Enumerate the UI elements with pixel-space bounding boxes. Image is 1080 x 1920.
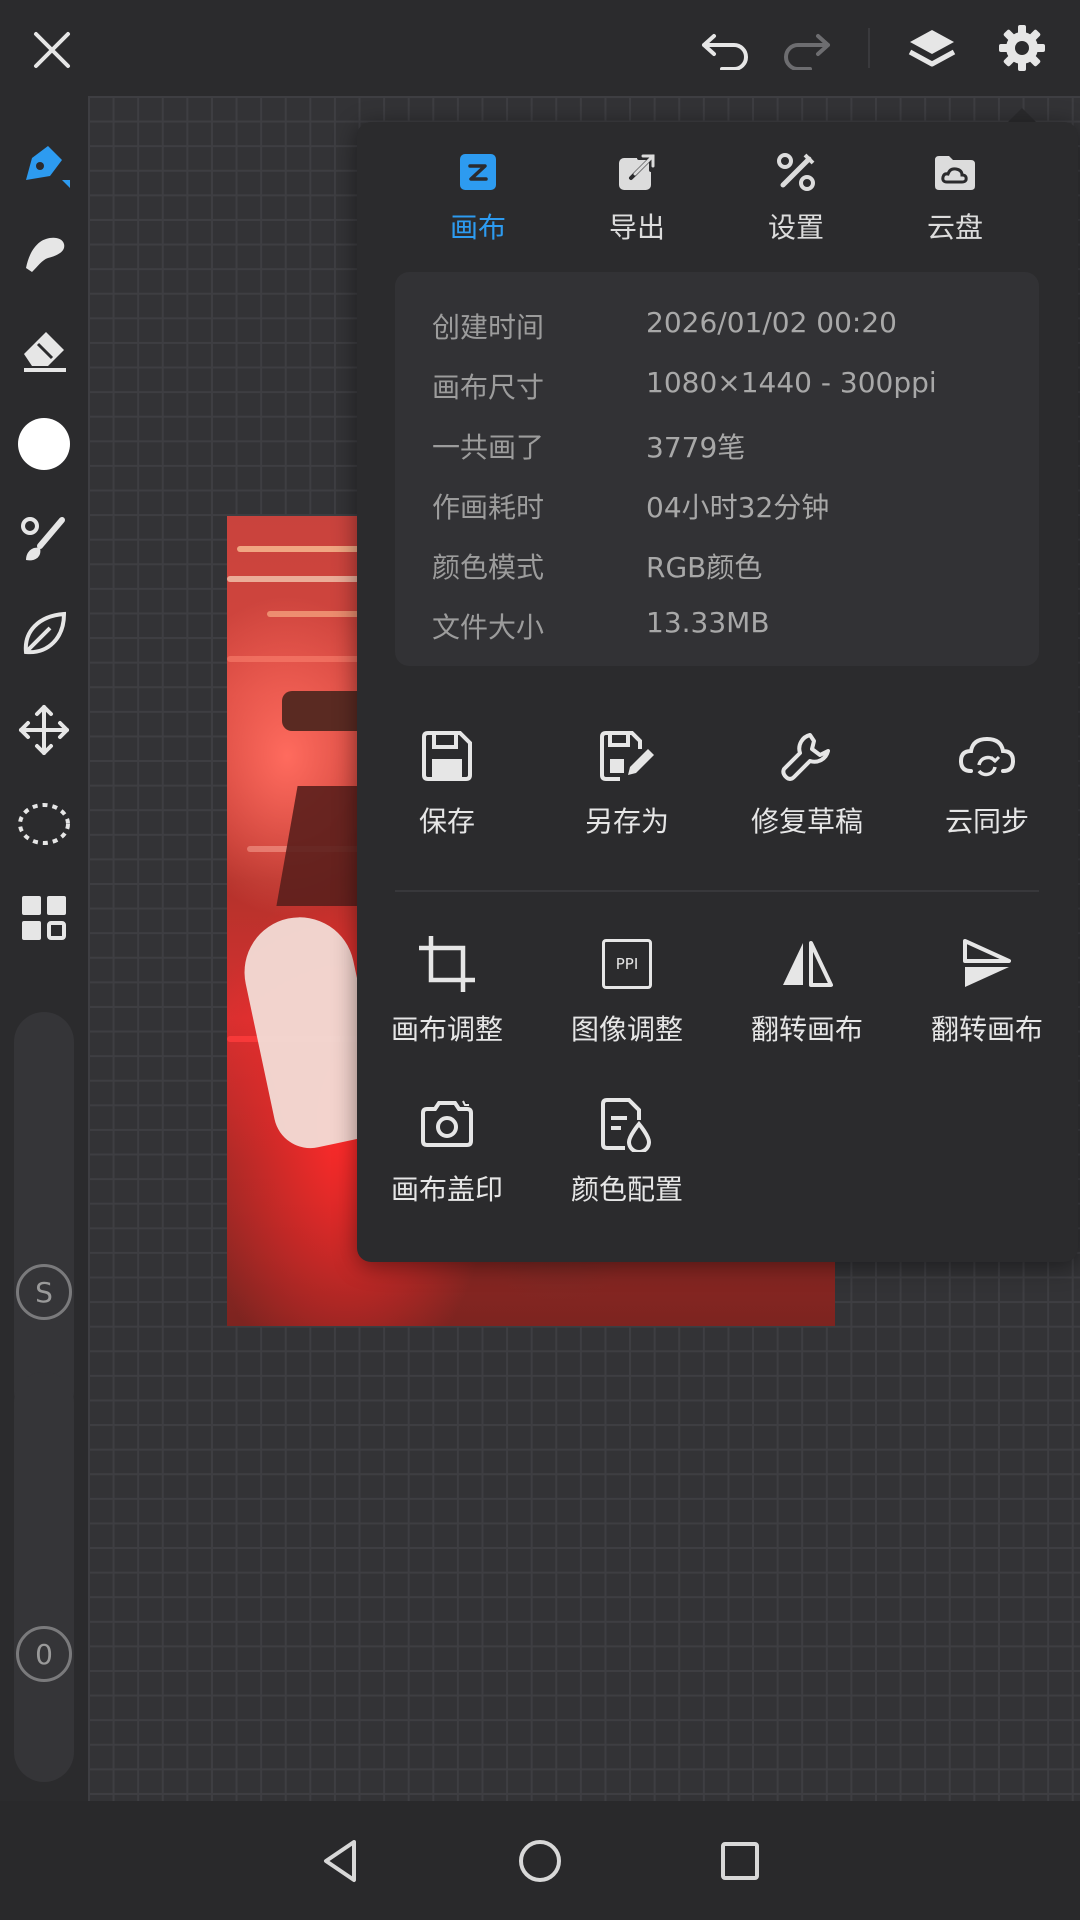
opacity-badge: 0 bbox=[16, 1626, 72, 1682]
info-row: 作画耗时 04小时32分钟 bbox=[432, 491, 830, 524]
home-icon[interactable] bbox=[510, 1831, 570, 1891]
canvas-settings-panel: 画布 导出 设置 云盘 创建时间 2026/01/02 00:20 画布尺寸 108… bbox=[357, 122, 1078, 1262]
layers-icon[interactable] bbox=[902, 20, 962, 80]
crop-icon bbox=[417, 934, 477, 994]
grid-icon[interactable] bbox=[14, 888, 74, 948]
canvas-adjust-button[interactable]: 画布调整 bbox=[357, 934, 537, 1064]
save-icon bbox=[417, 726, 477, 786]
recents-icon[interactable] bbox=[710, 1831, 770, 1891]
tab-label: 云盘 bbox=[926, 211, 983, 244]
info-row: 一共画了 3779笔 bbox=[432, 431, 746, 464]
tab-label: 导出 bbox=[608, 211, 665, 244]
flip-horizontal-icon bbox=[777, 934, 837, 994]
canvas-icon bbox=[456, 150, 500, 194]
top-bar bbox=[0, 0, 1080, 96]
cloud-sync-icon bbox=[957, 726, 1017, 786]
flip-vertical-icon bbox=[957, 934, 1017, 994]
brush-palette-icon[interactable] bbox=[14, 510, 74, 570]
eraser-icon[interactable] bbox=[14, 318, 74, 378]
color-profile-icon bbox=[597, 1094, 657, 1154]
cloud-sync-button[interactable]: 云同步 bbox=[897, 726, 1077, 856]
opacity-slider[interactable] bbox=[14, 1372, 74, 1782]
save-button[interactable]: 保存 bbox=[357, 726, 537, 856]
panel-caret bbox=[1008, 108, 1036, 122]
move-icon[interactable] bbox=[14, 700, 74, 760]
image-adjust-button[interactable]: PPI 图像调整 bbox=[537, 934, 717, 1064]
flip-canvas-horizontal-button[interactable]: 翻转画布 bbox=[717, 934, 897, 1064]
info-row: 文件大小 13.33MB bbox=[432, 606, 770, 644]
system-nav-bar bbox=[0, 1801, 1080, 1920]
size-badge: S bbox=[16, 1264, 72, 1320]
canvas-stamp-button[interactable]: 画布盖印 bbox=[357, 1094, 537, 1224]
camera-icon bbox=[417, 1094, 477, 1154]
section-divider bbox=[395, 890, 1039, 892]
redo-icon[interactable] bbox=[776, 22, 836, 78]
cloud-drive-icon bbox=[933, 150, 977, 194]
left-toolbar: S 0 bbox=[0, 96, 88, 1801]
color-profile-button[interactable]: 颜色配置 bbox=[537, 1094, 717, 1224]
divider bbox=[868, 28, 870, 68]
tab-label: 画布 bbox=[449, 211, 506, 244]
undo-icon[interactable] bbox=[696, 22, 756, 78]
leaf-icon[interactable] bbox=[14, 604, 74, 664]
flip-canvas-vertical-button[interactable]: 翻转画布 bbox=[897, 934, 1077, 1064]
export-icon bbox=[615, 150, 659, 194]
repair-draft-button[interactable]: 修复草稿 bbox=[717, 726, 897, 856]
canvas-info-box: 创建时间 2026/01/02 00:20 画布尺寸 1080×1440 - 300… bbox=[395, 272, 1039, 666]
gear-icon[interactable] bbox=[992, 18, 1052, 78]
info-row: 画布尺寸 1080×1440 - 300ppi bbox=[432, 366, 937, 404]
tab-cloud-drive[interactable]: 云盘 bbox=[885, 150, 1025, 250]
brush-size-slider[interactable] bbox=[14, 1012, 74, 1422]
pen-icon[interactable] bbox=[14, 134, 74, 194]
lasso-icon[interactable] bbox=[14, 794, 74, 854]
info-row: 颜色模式 RGB颜色 bbox=[432, 551, 763, 584]
close-icon[interactable] bbox=[22, 20, 82, 80]
tab-label: 设置 bbox=[767, 211, 824, 244]
smudge-icon[interactable] bbox=[14, 224, 74, 284]
wrench-icon bbox=[777, 726, 837, 786]
tab-settings[interactable]: 设置 bbox=[726, 150, 866, 250]
back-icon[interactable] bbox=[310, 1831, 370, 1891]
save-as-icon bbox=[597, 726, 657, 786]
info-row: 创建时间 2026/01/02 00:20 bbox=[432, 306, 897, 344]
color-swatch[interactable] bbox=[14, 414, 74, 474]
tab-canvas[interactable]: 画布 bbox=[408, 150, 548, 250]
tools-icon bbox=[774, 150, 818, 194]
tab-export[interactable]: 导出 bbox=[567, 150, 707, 250]
save-as-button[interactable]: 另存为 bbox=[537, 726, 717, 856]
ppi-icon: PPI bbox=[597, 934, 657, 994]
